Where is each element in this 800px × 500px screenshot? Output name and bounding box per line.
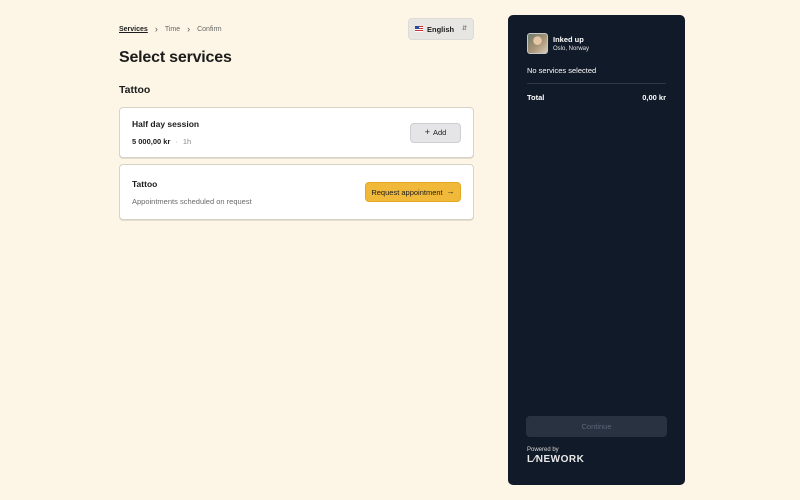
powered-by: Powered by L⁄NEWORK: [527, 447, 584, 465]
total-value: 0,00 kr: [642, 93, 666, 102]
meta-separator: ·: [175, 137, 178, 146]
business-location: Oslo, Norway: [553, 46, 590, 52]
avatar: [527, 33, 548, 54]
plus-icon: +: [424, 127, 430, 137]
business-name: Inked up: [553, 35, 584, 44]
breadcrumb-chevron-icon: ›: [154, 23, 158, 34]
service-description: Appointments scheduled on request: [132, 196, 252, 206]
up-down-chevron-icon: ⇵: [461, 26, 467, 32]
request-appointment-button[interactable]: Request appointment →: [365, 182, 461, 202]
breadcrumb-confirm[interactable]: Confirm: [197, 26, 222, 33]
service-duration: 1h: [182, 137, 192, 146]
top-bar: Services › Time › Confirm English ⇵: [119, 18, 474, 40]
main-content: Services › Time › Confirm English ⇵ Sele…: [119, 18, 474, 220]
business-info: Inked up Oslo, Norway: [553, 35, 589, 52]
add-service-button[interactable]: + Add: [410, 122, 461, 143]
breadcrumb-time[interactable]: Time: [165, 26, 180, 33]
breadcrumb: Services › Time › Confirm: [119, 23, 222, 34]
language-select[interactable]: English ⇵: [408, 18, 474, 40]
summary-panel: Inked up Oslo, Norway No services select…: [508, 15, 685, 485]
total-label: Total: [527, 93, 545, 102]
business-profile: Inked up Oslo, Norway: [527, 33, 666, 54]
total-row: Total 0,00 kr: [527, 93, 666, 102]
add-label: Add: [432, 128, 447, 137]
service-card-tattoo: Tattoo Appointments scheduled on request…: [119, 164, 474, 220]
service-meta: 5 000,00 kr · 1h: [132, 137, 199, 146]
us-flag-icon: [415, 26, 423, 32]
service-title: Tattoo: [132, 178, 158, 189]
breadcrumb-chevron-icon: ›: [187, 23, 191, 34]
service-card-half-day: Half day session 5 000,00 kr · 1h + Add: [119, 107, 474, 158]
language-label: English: [427, 24, 455, 34]
divider: [527, 83, 666, 84]
service-title: Half day session: [132, 119, 200, 129]
continue-button[interactable]: Continue: [526, 416, 667, 437]
arrow-right-icon: →: [446, 187, 455, 196]
linework-logo[interactable]: L⁄NEWORK: [527, 454, 584, 465]
request-label: Request appointment: [371, 187, 443, 197]
empty-selection-text: No services selected: [527, 66, 597, 75]
service-price: 5 000,00 kr: [132, 137, 171, 146]
service-info: Half day session 5 000,00 kr · 1h: [132, 119, 199, 146]
powered-by-label: Powered by: [527, 447, 559, 453]
section-title: Tattoo: [119, 84, 151, 96]
page-title: Select services: [119, 49, 232, 66]
breadcrumb-services[interactable]: Services: [119, 26, 148, 33]
service-info: Tattoo Appointments scheduled on request: [132, 179, 252, 206]
